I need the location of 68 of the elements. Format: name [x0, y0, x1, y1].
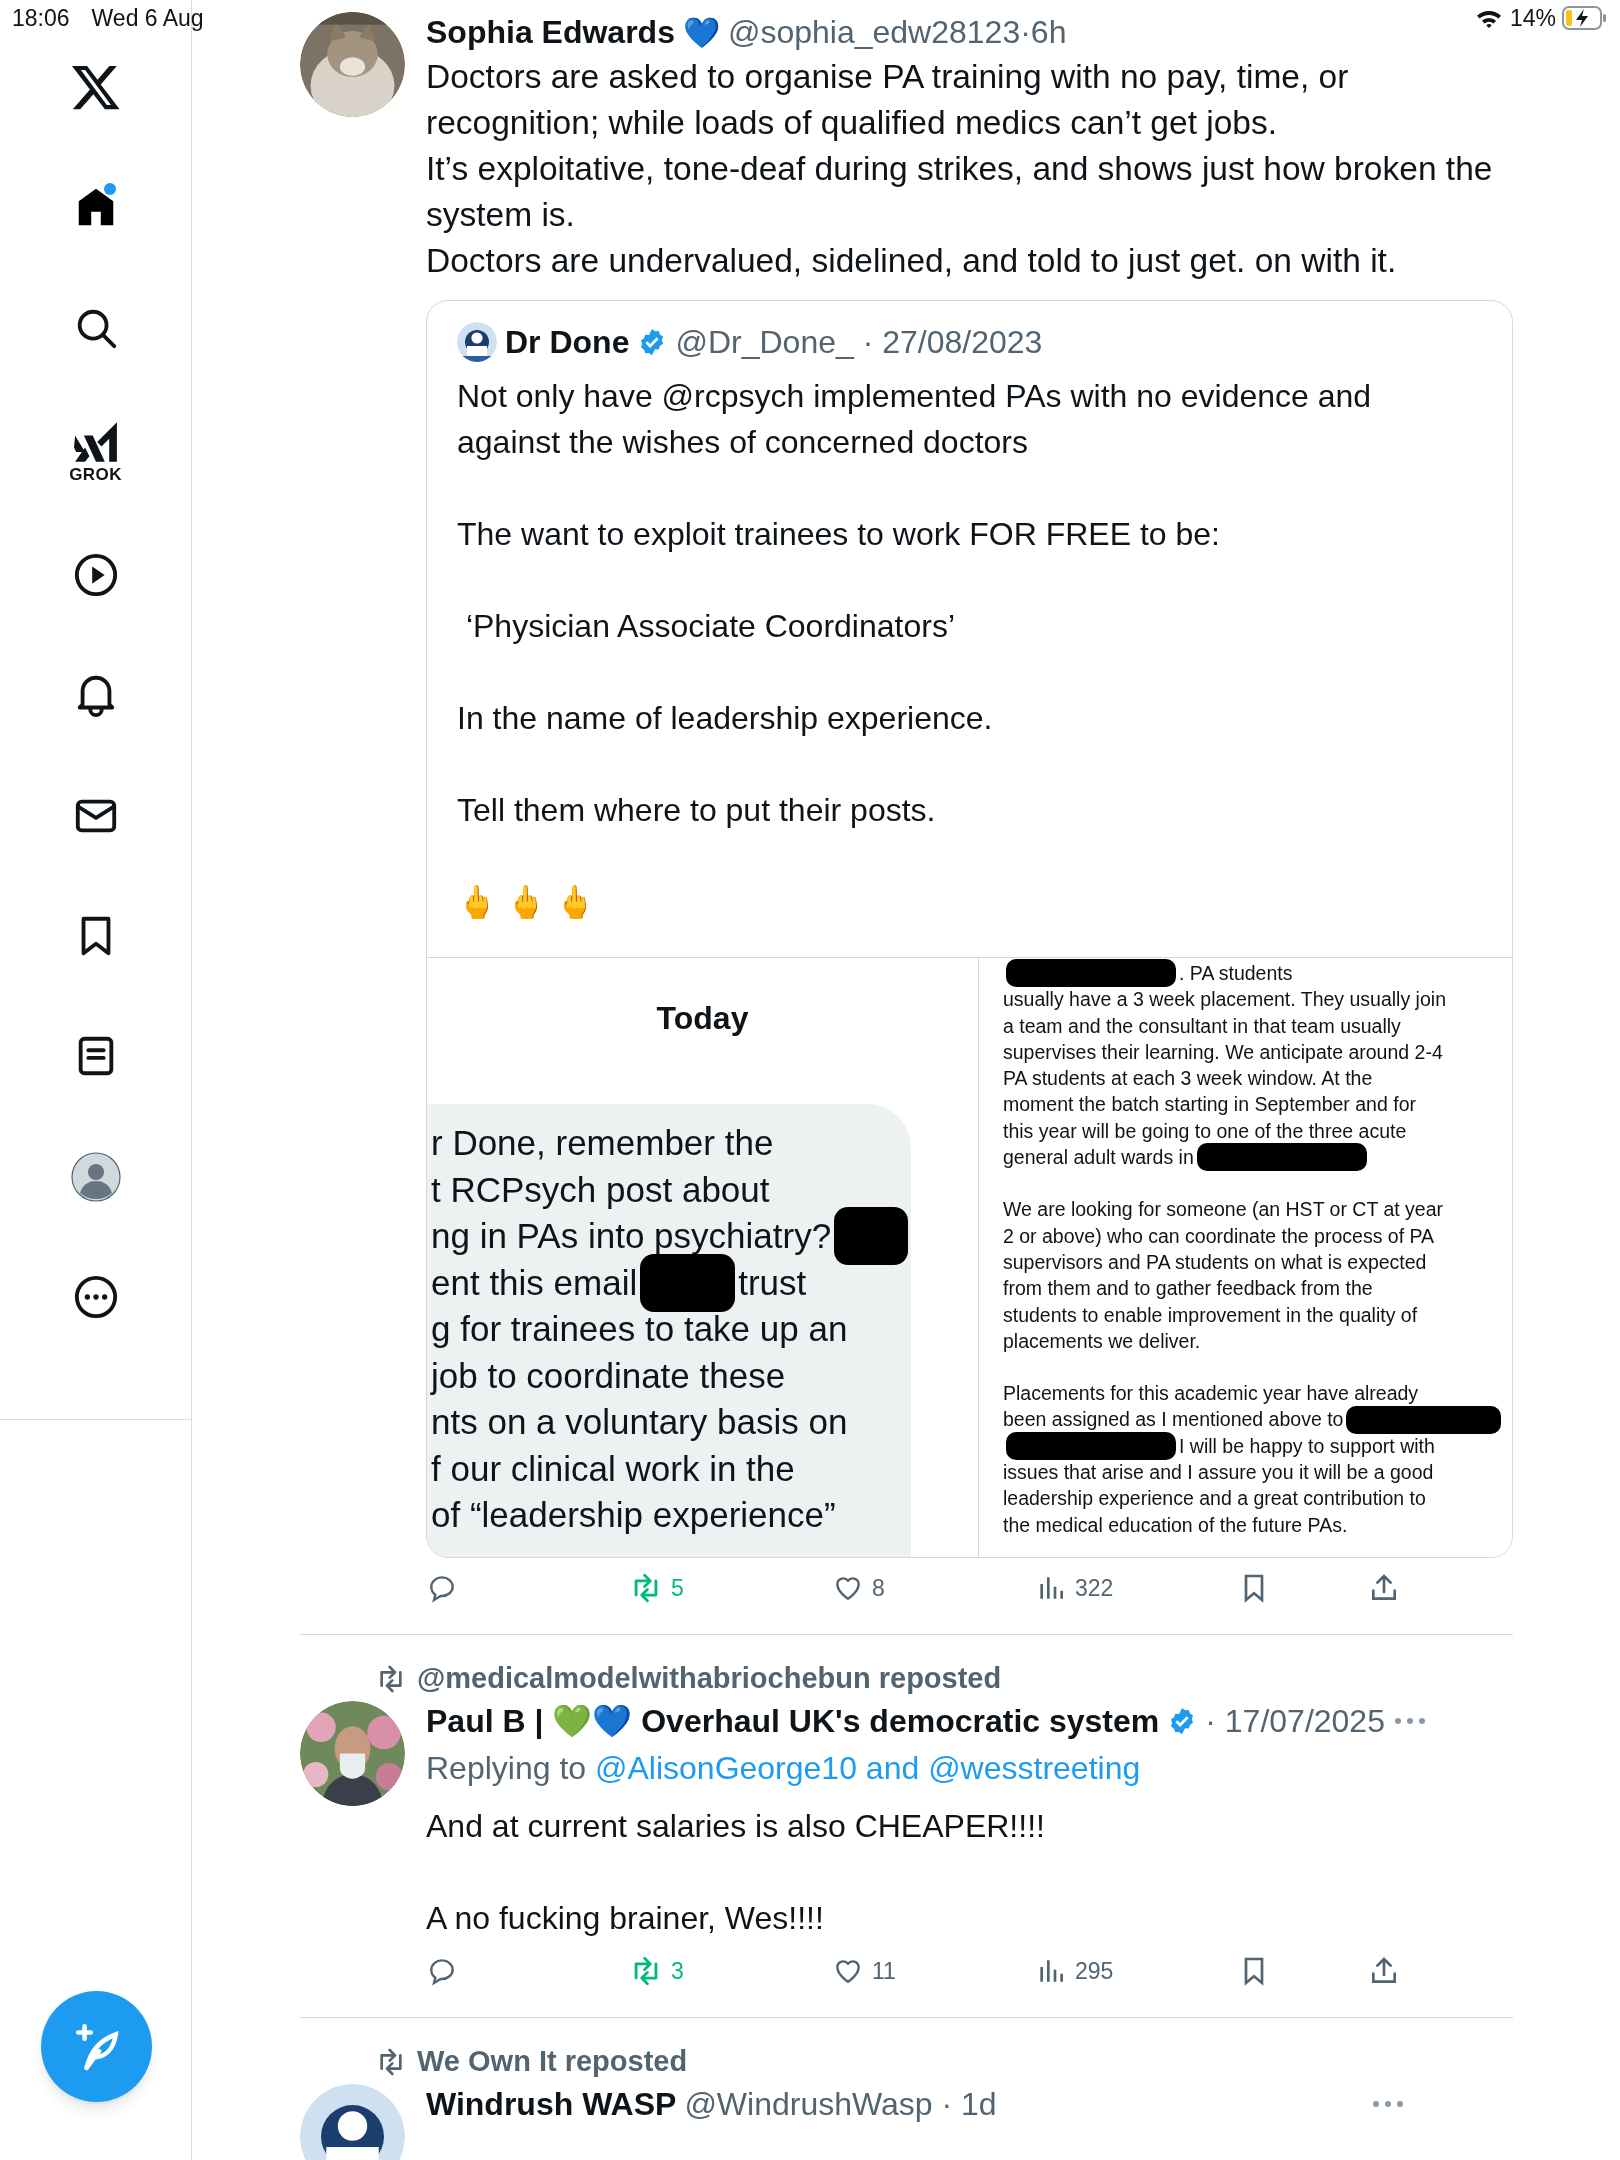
quote-text: ‘Physician Associate Coordinators’: [464, 607, 956, 646]
message-text: nts on a voluntary basis on: [431, 1401, 848, 1443]
message-text: g for trainees to take up an: [431, 1308, 848, 1350]
quote-text: Tell them where to put their posts.: [457, 791, 937, 830]
battery-percent: 14%: [1509, 3, 1556, 33]
email-text: Placements for this academic year have already: [1003, 1381, 1419, 1407]
message-text: f our clinical work in the: [431, 1447, 795, 1490]
replying-label: Replying to: [426, 1750, 587, 1786]
author-name: Sophia Edwards: [426, 13, 675, 52]
email-text: from them and to gather feedback from the: [1003, 1276, 1373, 1302]
email-text: supervisors and PA students on what is expected: [1003, 1249, 1427, 1275]
quote-text: Not only have @rcpsych implemented PAs with no evidence and against the wishes of concerned doctors: [457, 377, 1373, 462]
tweet-text: Doctors are undervalued, sidelined, and told to just get. on with it.: [426, 241, 1398, 281]
email-text: general adult wards in: [1003, 1145, 1194, 1171]
views-button[interactable]: 295: [1035, 1953, 1238, 1989]
message-text: of “leadership experience”: [431, 1494, 836, 1536]
quote-text: In the name of leadership experience.: [457, 699, 994, 738]
email-text: We are looking for someone (an HST or CT at year: [1003, 1197, 1444, 1223]
email-text: placements we deliver.: [1003, 1328, 1201, 1354]
more-icon: [72, 1273, 119, 1320]
quoted-tweet-card[interactable]: [426, 300, 1513, 1558]
message-text: trust: [738, 1261, 807, 1304]
tweet-text: Doctors are asked to organise PA training with no pay, time, or recognition; while loads of qualified medics can’t get jobs.: [426, 57, 1350, 143]
author-meta: @WindrushWasp · 1d: [684, 2085, 997, 2124]
views-button[interactable]: 322: [1035, 1570, 1238, 1606]
grok-label: GROK: [69, 465, 122, 483]
tweet-text: A no fucking brainer, Wes!!!!: [426, 1899, 825, 1938]
quote-text: 🖕 🖕 🖕: [457, 883, 596, 922]
email-text: the medical education of the future PAs.: [1003, 1512, 1348, 1538]
like-button[interactable]: 8: [832, 1570, 1035, 1606]
email-text: this year will be going to one of the three acute: [1003, 1118, 1407, 1144]
author-meta: @sophia_edw28123·6h: [727, 13, 1067, 52]
chat-date-heading: Today: [656, 999, 749, 1038]
email-text: 2 or above) who can coordinate the process of PA: [1003, 1223, 1435, 1249]
status-date: Wed 6 Aug: [91, 3, 204, 33]
tweet-text: It’s exploitative, tone-deaf during strikes, and shows just how broken the system is.: [426, 149, 1493, 235]
author-meta: · 17/07/2025: [1205, 1702, 1385, 1741]
email-text: PA students at each 3 week window. At the: [1003, 1066, 1373, 1092]
message-text: ng in PAs into psychiatry?: [431, 1215, 832, 1257]
message-text: t RCPsych post about: [431, 1168, 770, 1211]
avatar-placeholder-icon: [70, 1151, 121, 1202]
email-text: usually have a 3 week placement. They usually join: [1003, 987, 1446, 1013]
message-text: job to coordinate these: [431, 1354, 786, 1397]
email-text: students to enable improvement in the quality of: [1003, 1302, 1418, 1328]
email-text: I will be happy to support with: [1179, 1433, 1435, 1459]
author-name: Paul B | 💚💙 Overhaul UK's democratic system: [426, 1702, 1160, 1741]
email-text: a team and the consultant in that team usually: [1003, 1013, 1401, 1039]
repost-label: We Own It reposted: [417, 2044, 688, 2080]
heart-emoji: 💙: [682, 14, 720, 51]
email-text: been assigned as I mentioned above to: [1003, 1407, 1344, 1433]
email-text: issues that arise and I assure you it will be a good: [1003, 1460, 1434, 1486]
like-button[interactable]: 11: [832, 1953, 1035, 1989]
nav-grok-button[interactable]: GROK: [45, 419, 146, 483]
repost-label: @medicalmodelwithabriochebun reposted: [417, 1661, 1002, 1697]
email-text: supervises their learning. We anticipate around 2-4: [1003, 1039, 1443, 1065]
status-time: 18:06: [12, 3, 70, 33]
email-text: leadership experience and a great contribution to: [1003, 1486, 1426, 1512]
email-text: moment the batch starting in September and for: [1003, 1092, 1416, 1118]
quote-text: The want to exploit trainees to work FOR FREE to be:: [457, 515, 1221, 554]
author-name: Dr Done: [505, 323, 630, 362]
play-icon: [72, 552, 119, 599]
message-text: ent this email: [431, 1261, 638, 1304]
author-meta: @Dr_Done_ · 27/08/2023: [675, 323, 1043, 362]
email-text: . PA students: [1179, 961, 1293, 986]
message-text: r Done, remember the: [431, 1122, 774, 1164]
author-name: Windrush WASP: [426, 2085, 677, 2124]
chat-screenshot[interactable]: [427, 958, 979, 1557]
tweet-text: And at current salaries is also CHEAPER!!!!: [426, 1807, 1046, 1846]
